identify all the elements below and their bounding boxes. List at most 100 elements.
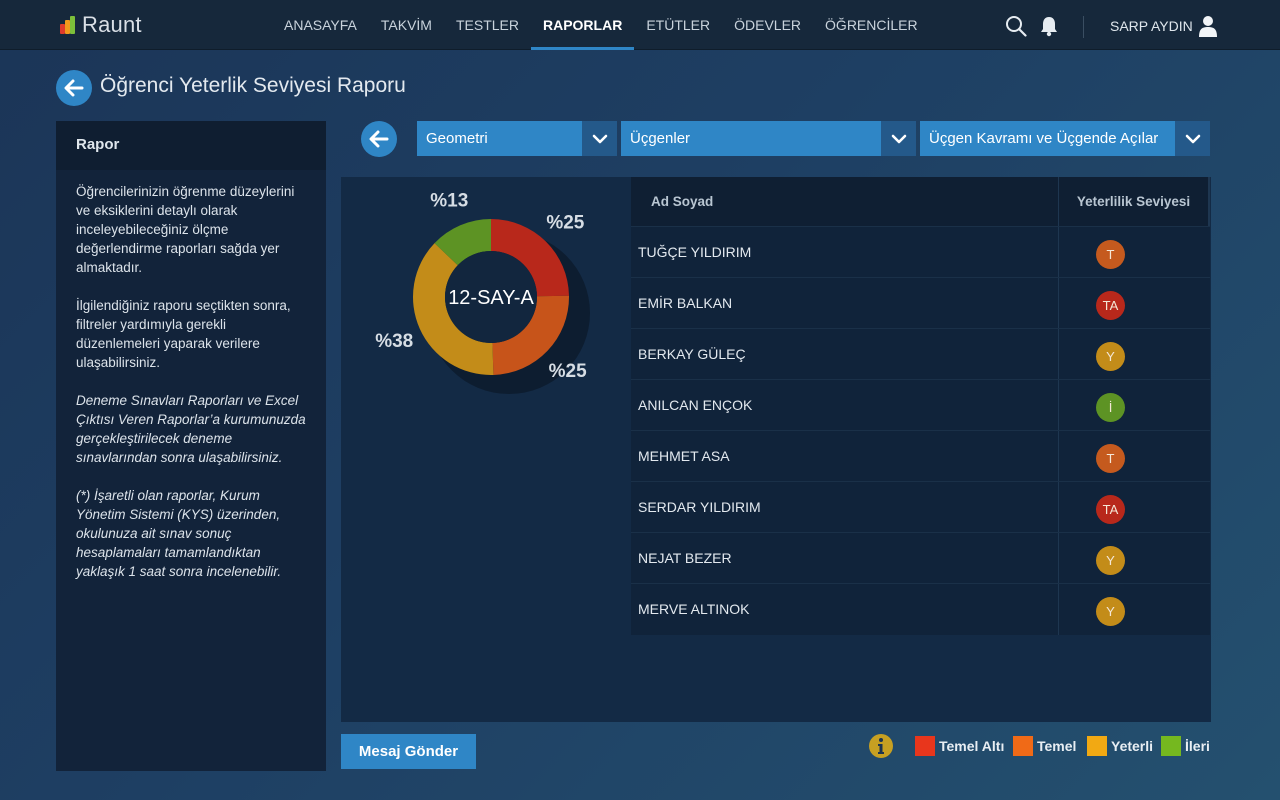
nav-item-etutler[interactable]: ETÜTLER	[634, 0, 722, 50]
level-badge: İ	[1096, 392, 1125, 422]
send-message-button[interactable]: Mesaj Gönder	[341, 734, 476, 769]
legend-item-ileri: İleri	[1161, 736, 1210, 756]
nav-label: ETÜTLER	[646, 17, 711, 33]
report-sidebar: Rapor Öğrencilerinizin öğrenme düzeyleri…	[56, 121, 326, 771]
nav-label: ÖĞRENCİLER	[825, 17, 918, 33]
donut-slice-label: %25	[549, 361, 587, 382]
nav-item-anasayfa[interactable]: ANASAYFA	[272, 0, 369, 50]
student-name: ANILCAN ENÇOK	[631, 380, 1059, 430]
sidebar-paragraph: Öğrencilerinizin öğrenme düzeylerini ve …	[76, 184, 295, 275]
nav-item-testler[interactable]: TESTLER	[444, 0, 531, 50]
info-icon[interactable]	[869, 734, 893, 758]
table-row[interactable]: MERVE ALTINOK Y	[631, 584, 1210, 635]
legend-item-temel-alti: Temel Altı	[915, 736, 1004, 756]
nav-label: ÖDEVLER	[734, 17, 802, 33]
page-title: Öğrenci Yeterlik Seviyesi Raporu	[100, 74, 406, 97]
legend-label: İleri	[1185, 738, 1210, 754]
main-nav: ANASAYFA TAKVİM TESTLER RAPORLAR ETÜTLER…	[272, 0, 930, 50]
table-row[interactable]: SERDAR YILDIRIM TA	[631, 482, 1210, 533]
level-cell: T	[1059, 431, 1210, 481]
donut-slice-label: %13	[430, 191, 468, 212]
topic-select-value: Üçgen Kavramı ve Üçgende Açılar	[929, 130, 1159, 147]
col-header-level[interactable]: Yeterlilik Seviyesi	[1059, 177, 1210, 226]
student-name: BERKAY GÜLEÇ	[631, 329, 1059, 379]
subject-select[interactable]: Geometri	[417, 121, 617, 156]
sidebar-title: Rapor	[56, 121, 326, 170]
level-badge: Y	[1096, 341, 1125, 371]
legend-label: Temel Altı	[939, 738, 1005, 754]
level-cell: Y	[1059, 584, 1210, 635]
chevron-down-icon	[582, 121, 617, 156]
user-name[interactable]: SARP AYDIN	[1110, 18, 1193, 34]
table-row[interactable]: NEJAT BEZER Y	[631, 533, 1210, 584]
level-badge: Y	[1096, 597, 1125, 626]
table-row[interactable]: MEHMET ASA T	[631, 431, 1210, 482]
level-cell: İ	[1059, 380, 1210, 430]
sidebar-paragraph: Deneme Sınavları Raporları ve Excel Çıkt…	[76, 393, 306, 465]
nav-label: RAPORLAR	[542, 17, 623, 33]
sidebar-description: Öğrencilerinizin öğrenme düzeylerini ve …	[56, 170, 326, 581]
arrow-left-icon	[64, 79, 84, 97]
donut-center-label: 12-SAY-A	[448, 287, 534, 309]
level-cell: Y	[1059, 533, 1210, 583]
unit-select[interactable]: Üçgenler	[621, 121, 916, 156]
student-name: NEJAT BEZER	[631, 533, 1059, 583]
bell-icon[interactable]	[1038, 15, 1060, 37]
page-back-button[interactable]	[56, 70, 92, 106]
filter-back-button[interactable]	[361, 121, 397, 157]
table-row[interactable]: TUĞÇE YILDIRIM T	[631, 227, 1210, 278]
legend-swatch	[1013, 736, 1033, 756]
col-header-name[interactable]: Ad Soyad	[631, 177, 1059, 226]
nav-label: TESTLER	[455, 17, 519, 33]
students-table: Ad Soyad Yeterlilik Seviyesi TUĞÇE YILDI…	[631, 177, 1210, 635]
nav-item-odevler[interactable]: ÖDEVLER	[722, 0, 813, 50]
sidebar-paragraph: (*) İşaretli olan raporlar, Kurum Yöneti…	[76, 488, 282, 579]
level-badge: TA	[1096, 290, 1125, 320]
unit-select-value: Üçgenler	[630, 130, 691, 147]
topic-select[interactable]: Üçgen Kavramı ve Üçgende Açılar	[920, 121, 1210, 156]
nav-label: ANASAYFA	[284, 17, 357, 33]
level-donut-chart: 12-SAY-A %25 %25 %38 %13	[375, 191, 590, 394]
logo-text: Raunt	[82, 12, 142, 37]
sidebar-paragraph: İlgilendiğiniz raporu seçtikten sonra, f…	[76, 298, 291, 370]
subject-select-value: Geometri	[426, 130, 488, 147]
nav-divider	[1083, 16, 1084, 38]
donut-slice-label: %25	[546, 212, 584, 233]
legend-swatch	[915, 736, 935, 756]
legend-item-temel: Temel	[1013, 736, 1076, 756]
table-row[interactable]: EMİR BALKAN TA	[631, 278, 1210, 329]
student-name: MERVE ALTINOK	[631, 584, 1059, 635]
search-icon[interactable]	[1005, 15, 1027, 37]
chevron-down-icon	[881, 121, 916, 156]
student-name: TUĞÇE YILDIRIM	[631, 227, 1059, 277]
chevron-down-icon	[1175, 121, 1210, 156]
level-badge: T	[1096, 239, 1125, 269]
arrow-left-icon	[369, 130, 389, 148]
user-avatar-icon[interactable]	[1198, 15, 1218, 37]
legend-item-yeterli: Yeterli	[1087, 736, 1153, 756]
level-badge: TA	[1096, 494, 1125, 524]
table-header: Ad Soyad Yeterlilik Seviyesi	[631, 177, 1210, 227]
student-name: EMİR BALKAN	[631, 278, 1059, 328]
nav-label: TAKVİM	[380, 17, 432, 33]
student-name: SERDAR YILDIRIM	[631, 482, 1059, 532]
level-cell: Y	[1059, 329, 1210, 379]
donut-slice-label: %38	[375, 331, 413, 352]
nav-item-takvim[interactable]: TAKVİM	[369, 0, 444, 50]
legend-label: Yeterli	[1111, 738, 1154, 754]
logo-bars-icon	[60, 16, 80, 34]
table-row[interactable]: BERKAY GÜLEÇ Y	[631, 329, 1210, 380]
nav-item-raporlar[interactable]: RAPORLAR	[530, 0, 635, 50]
legend-swatch	[1087, 736, 1107, 756]
level-cell: T	[1059, 227, 1210, 277]
legend-swatch	[1161, 736, 1181, 756]
level-badge: Y	[1096, 545, 1125, 575]
top-navbar: Raunt ANASAYFA TAKVİM TESTLER RAPORLAR E…	[0, 0, 1280, 50]
nav-item-ogrenciler[interactable]: ÖĞRENCİLER	[813, 0, 930, 50]
level-cell: TA	[1059, 482, 1210, 532]
logo[interactable]: Raunt	[60, 12, 142, 38]
table-row[interactable]: ANILCAN ENÇOK İ	[631, 380, 1210, 431]
student-name: MEHMET ASA	[631, 431, 1059, 481]
level-cell: TA	[1059, 278, 1210, 328]
level-badge: T	[1096, 443, 1125, 473]
